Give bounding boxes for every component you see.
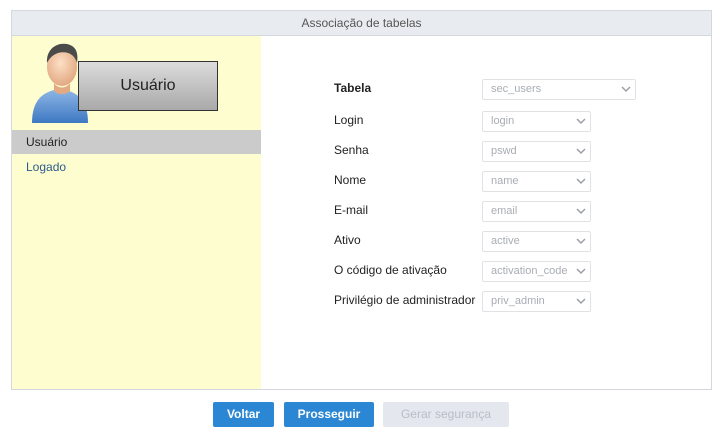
field-label: Senha [334,143,369,157]
login-select[interactable]: login [482,111,591,132]
field-label: Ativo [334,233,361,247]
sidebar-item-logado[interactable]: Logado [12,155,261,179]
chevron-down-icon [576,238,586,245]
activation-code-select[interactable]: activation_code [482,261,591,282]
sidebar: Usuário Usuário Logado [12,36,261,389]
chevron-down-icon [576,298,586,305]
name-select[interactable]: name [482,171,591,192]
admin-privilege-select[interactable]: priv_admin [482,291,591,312]
chevron-down-icon [576,148,586,155]
active-select[interactable]: active [482,231,591,252]
password-select[interactable]: pswd [482,141,591,162]
field-label: Privilégio de administrador [334,293,476,307]
field-label: Login [334,113,364,127]
field-label: Tabela [334,81,372,95]
chevron-down-icon [576,178,586,185]
chevron-down-icon [576,208,586,215]
table-select[interactable]: sec_users [482,79,636,100]
chevron-down-icon [576,268,586,275]
panel-title: Associação de tabelas [12,11,711,36]
field-label: O código de ativação [334,263,447,277]
generate-security-button[interactable]: Gerar segurança [383,402,509,427]
user-table-box: Usuário [78,61,218,111]
association-panel: Associação de tabelas Usuário Usuário Lo… [11,10,712,390]
back-button[interactable]: Voltar [213,402,274,427]
next-button[interactable]: Prosseguir [284,402,374,427]
chevron-down-icon [621,86,631,93]
email-select[interactable]: email [482,201,591,222]
chevron-down-icon [576,118,586,125]
field-label: Nome [334,173,367,187]
field-label: E-mail [334,203,369,217]
sidebar-item-usuario[interactable]: Usuário [12,130,261,154]
